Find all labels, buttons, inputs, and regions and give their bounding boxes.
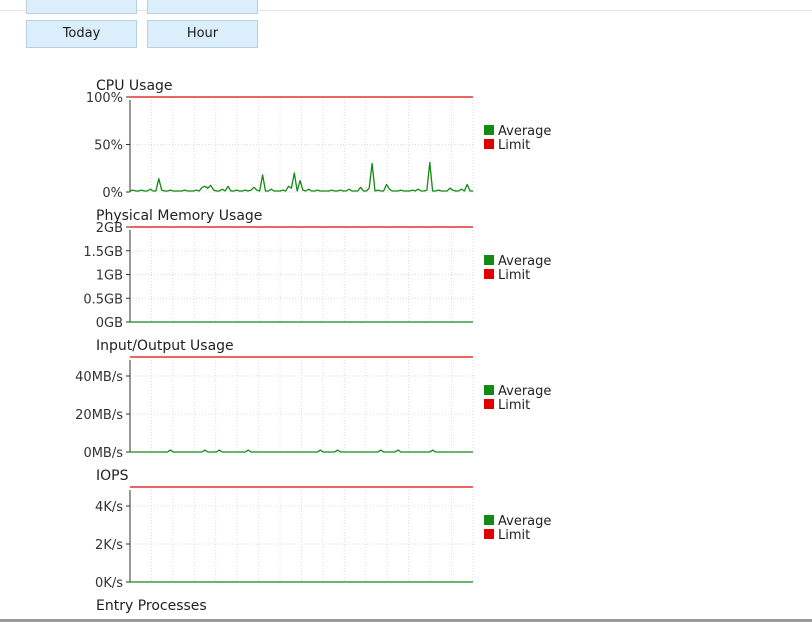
memory-ytick-label: 2GB	[96, 221, 123, 236]
cpu-usage-chart: 0% 50% 100% AverageLimit	[86, 91, 552, 201]
cpu-legend-label-average: Average	[498, 124, 551, 139]
iops-chart-title: IOPS	[96, 468, 129, 484]
cpu-legend-swatch-limit	[484, 139, 494, 149]
memory-ytick-label: 1GB	[96, 269, 123, 284]
cpu-ytick-label: 0%	[102, 186, 123, 201]
cpu-ytick-label: 100%	[86, 91, 123, 106]
io-legend-label-average: Average	[498, 384, 551, 399]
iops-ytick-label: 4K/s	[95, 500, 123, 515]
cpu-ytick-label: 50%	[94, 139, 123, 154]
iops-ytick-label: 0K/s	[95, 576, 123, 591]
io-chart-title: Input/Output Usage	[96, 338, 234, 354]
today-button[interactable]: Today	[26, 20, 137, 48]
io-ytick-label: 20MB/s	[75, 408, 123, 423]
iops-ytick-label: 2K/s	[95, 538, 123, 553]
io-legend-label-limit: Limit	[498, 398, 530, 413]
memory-legend-label-limit: Limit	[498, 268, 530, 283]
io-usage-chart: 0MB/s 20MB/s 40MB/s AverageLimit	[75, 356, 551, 461]
io-ytick-label: 0MB/s	[83, 446, 123, 461]
cpu-legend-label-limit: Limit	[498, 138, 530, 153]
memory-ytick-label: 1.5GB	[83, 245, 123, 260]
iops-legend-label-average: Average	[498, 514, 551, 529]
iops-legend-label-limit: Limit	[498, 528, 530, 543]
memory-legend-swatch-limit	[484, 269, 494, 279]
io-legend-swatch-average	[484, 385, 494, 395]
iops-legend-swatch-limit	[484, 529, 494, 539]
memory-ytick-label: 0GB	[96, 316, 123, 331]
memory-usage-chart: 0GB 0.5GB 1GB 1.5GB 2GB AverageLimit	[83, 221, 551, 331]
iops-legend-swatch-average	[484, 515, 494, 525]
memory-ytick-label: 0.5GB	[83, 292, 123, 307]
period-button-hidden-2[interactable]	[147, 0, 258, 14]
hour-button[interactable]: Hour	[147, 20, 258, 48]
iops-chart: 0K/s 2K/s 4K/s AverageLimit	[95, 486, 551, 591]
period-button-hidden-1[interactable]	[26, 0, 137, 14]
entry-processes-title: Entry Processes	[96, 598, 207, 614]
memory-legend-label-average: Average	[498, 254, 551, 269]
io-legend-swatch-limit	[484, 399, 494, 409]
memory-legend-swatch-average	[484, 255, 494, 265]
cpu-legend-swatch-average	[484, 125, 494, 135]
io-ytick-label: 40MB/s	[75, 370, 123, 385]
